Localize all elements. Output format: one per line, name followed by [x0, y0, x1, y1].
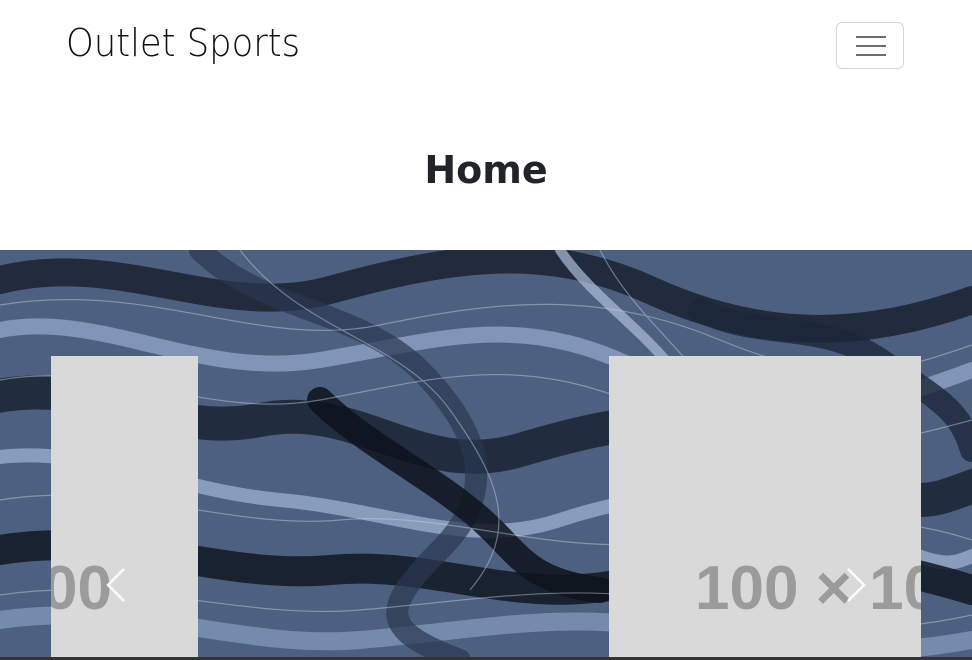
chevron-left-icon: [106, 568, 125, 602]
carousel-prev-button[interactable]: [100, 555, 134, 615]
carousel-next-button[interactable]: [838, 555, 872, 615]
hamburger-icon-bar: [856, 45, 886, 47]
hamburger-icon-bar: [856, 54, 886, 56]
brand-logo-link[interactable]: Outlet Sports: [66, 18, 300, 68]
hamburger-icon: [856, 36, 886, 38]
navbar-toggle-button[interactable]: [836, 22, 904, 69]
chevron-right-icon: [847, 568, 866, 602]
navbar: Outlet Sports: [0, 0, 972, 95]
hero-carousel: 100 × 100 100 × 100: [0, 250, 972, 660]
placeholder-size-text: 100 × 100: [695, 554, 921, 623]
carousel-slide-image-right: 100 × 100: [609, 356, 921, 660]
page-title: Home: [424, 148, 548, 192]
